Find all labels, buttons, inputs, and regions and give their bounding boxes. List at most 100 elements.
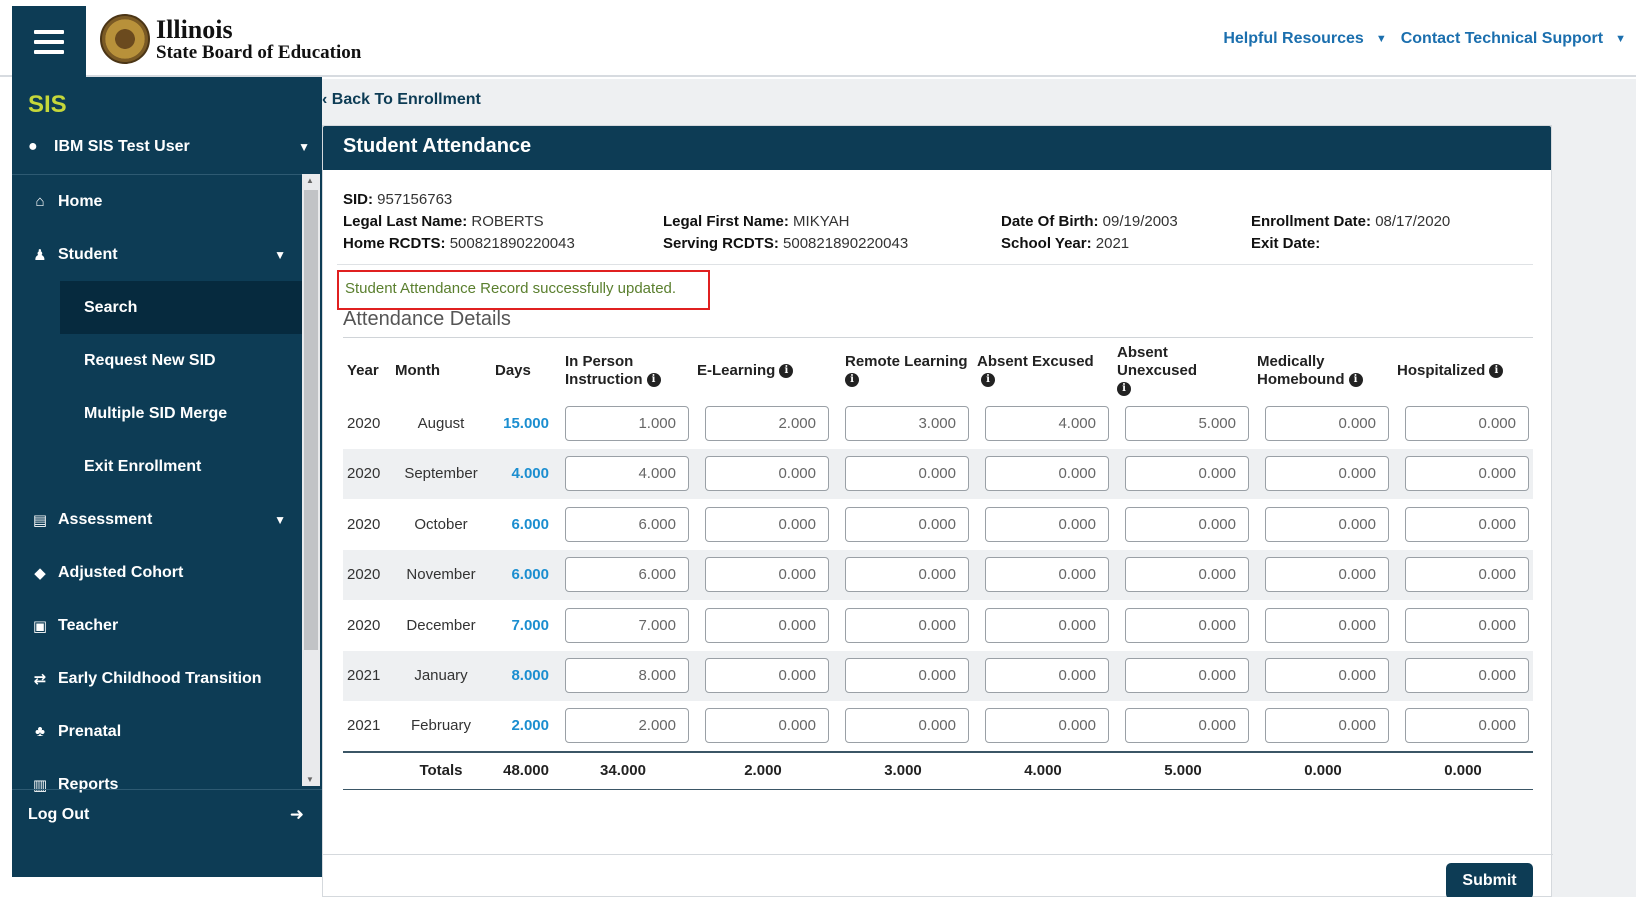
attendance-input[interactable] <box>1405 405 1529 441</box>
info-icon[interactable]: i <box>1117 382 1131 397</box>
attendance-input[interactable] <box>565 708 689 744</box>
sidebar-scrollbar[interactable]: ▲ ▼ <box>302 174 320 786</box>
attendance-input[interactable] <box>1265 557 1389 593</box>
attendance-input[interactable] <box>1125 607 1249 643</box>
attendance-input[interactable] <box>565 658 689 694</box>
home-icon: ⌂ <box>35 193 45 210</box>
attendance-input[interactable] <box>1265 607 1389 643</box>
attendance-input[interactable] <box>565 456 689 492</box>
attendance-input[interactable] <box>985 456 1109 492</box>
user-name: IBM SIS Test User <box>54 138 190 155</box>
table-row: 2021 February 2.000 <box>343 701 1533 752</box>
cell-input-wrap <box>1393 499 1533 550</box>
info-icon[interactable]: i <box>1348 373 1363 388</box>
submit-button[interactable]: Submit <box>1446 863 1533 897</box>
cell-input-wrap <box>553 499 693 550</box>
cell-input-wrap <box>1393 398 1533 449</box>
sidebar-item-label: Teacher <box>58 616 119 634</box>
attendance-input[interactable] <box>705 506 829 542</box>
attendance-input[interactable] <box>565 405 689 441</box>
helpful-resources-link[interactable]: Helpful Resources ▼ <box>1223 30 1386 48</box>
attendance-input[interactable] <box>1265 506 1389 542</box>
cell-month: February <box>410 717 472 735</box>
attendance-input[interactable] <box>1125 405 1249 441</box>
attendance-input[interactable] <box>705 607 829 643</box>
attendance-input[interactable] <box>565 506 689 542</box>
attendance-input[interactable] <box>985 405 1109 441</box>
sidebar-item-home[interactable]: ⌂ Home <box>12 175 302 228</box>
attendance-input[interactable] <box>705 456 829 492</box>
attendance-input[interactable] <box>985 607 1109 643</box>
cell-days[interactable]: 6.000 <box>491 499 553 550</box>
contact-support-link[interactable]: Contact Technical Support ▼ <box>1401 30 1626 48</box>
attendance-input[interactable] <box>705 557 829 593</box>
isbe-logo[interactable]: Illinois State Board of Education <box>100 14 361 64</box>
sidebar-item-request-new-sid[interactable]: Request New SID <box>12 334 302 387</box>
attendance-input[interactable] <box>1125 658 1249 694</box>
attendance-input[interactable] <box>845 557 969 593</box>
info-col-2: Legal First Name: MIKYAH Serving RCDTS: … <box>663 211 908 255</box>
sidebar-item-multiple-sid-merge[interactable]: Multiple SID Merge <box>12 387 302 440</box>
info-icon[interactable]: i <box>646 373 661 388</box>
sidebar-item-teacher[interactable]: ▣ Teacher <box>12 599 302 652</box>
info-col-4: Enrollment Date: 08/17/2020 Exit Date: <box>1251 211 1450 255</box>
attendance-input[interactable] <box>1405 557 1529 593</box>
cell-days[interactable]: 6.000 <box>491 549 553 600</box>
info-icon[interactable]: i <box>981 373 995 388</box>
caret-down-icon: ▼ <box>298 140 310 154</box>
cell-days[interactable]: 8.000 <box>491 650 553 701</box>
attendance-input[interactable] <box>985 557 1109 593</box>
logout-label: Log Out <box>28 805 90 823</box>
attendance-input[interactable] <box>1125 506 1249 542</box>
info-icon[interactable]: i <box>779 364 794 379</box>
attendance-input[interactable] <box>985 708 1109 744</box>
scroll-up-icon[interactable]: ▲ <box>306 176 314 185</box>
attendance-input[interactable] <box>565 607 689 643</box>
cell-input-wrap <box>833 549 973 600</box>
sidebar-item-search[interactable]: Search <box>60 281 302 334</box>
sidebar-item-assessment[interactable]: ▤ Assessment ▼ <box>12 493 302 546</box>
sidebar-item-early-childhood-transition[interactable]: ⇄ Early Childhood Transition <box>12 652 302 705</box>
attendance-input[interactable] <box>1265 456 1389 492</box>
cell-input-wrap <box>973 600 1113 651</box>
attendance-input[interactable] <box>705 405 829 441</box>
attendance-input[interactable] <box>705 708 829 744</box>
attendance-input[interactable] <box>845 405 969 441</box>
attendance-input[interactable] <box>1405 708 1529 744</box>
sidebar-item-student[interactable]: ♟ Student ▼ <box>12 228 302 281</box>
attendance-input[interactable] <box>845 607 969 643</box>
info-icon[interactable]: i <box>1489 364 1504 379</box>
attendance-input[interactable] <box>845 506 969 542</box>
sidebar-item-exit-enrollment[interactable]: Exit Enrollment <box>12 440 302 493</box>
attendance-input[interactable] <box>845 456 969 492</box>
attendance-input[interactable] <box>985 658 1109 694</box>
attendance-input[interactable] <box>845 658 969 694</box>
attendance-input[interactable] <box>1405 456 1529 492</box>
attendance-input[interactable] <box>1125 708 1249 744</box>
attendance-input[interactable] <box>1265 405 1389 441</box>
sidebar-item-adjusted-cohort[interactable]: ◆ Adjusted Cohort <box>12 546 302 599</box>
info-icon[interactable]: i <box>845 373 859 388</box>
back-to-enrollment-link[interactable]: ‹ Back To Enrollment <box>322 91 481 109</box>
attendance-input[interactable] <box>1265 658 1389 694</box>
attendance-input[interactable] <box>845 708 969 744</box>
cell-days[interactable]: 2.000 <box>491 701 553 752</box>
attendance-input[interactable] <box>705 658 829 694</box>
scroll-down-icon[interactable]: ▼ <box>306 775 314 784</box>
attendance-input[interactable] <box>985 506 1109 542</box>
cell-days[interactable]: 7.000 <box>491 600 553 651</box>
sidebar-item-prenatal[interactable]: ♣ Prenatal <box>12 705 302 758</box>
attendance-input[interactable] <box>1405 506 1529 542</box>
hamburger-menu-button[interactable] <box>12 6 86 77</box>
user-menu[interactable]: ● IBM SIS Test User ▼ <box>28 132 310 162</box>
cell-days[interactable]: 4.000 <box>491 448 553 499</box>
attendance-input[interactable] <box>1265 708 1389 744</box>
logout-button[interactable]: Log Out ➜ <box>12 789 322 839</box>
attendance-input[interactable] <box>1405 607 1529 643</box>
attendance-input[interactable] <box>1125 557 1249 593</box>
scrollbar-thumb[interactable] <box>304 190 318 650</box>
attendance-input[interactable] <box>1125 456 1249 492</box>
attendance-input[interactable] <box>1405 658 1529 694</box>
cell-days[interactable]: 15.000 <box>491 398 553 449</box>
attendance-input[interactable] <box>565 557 689 593</box>
